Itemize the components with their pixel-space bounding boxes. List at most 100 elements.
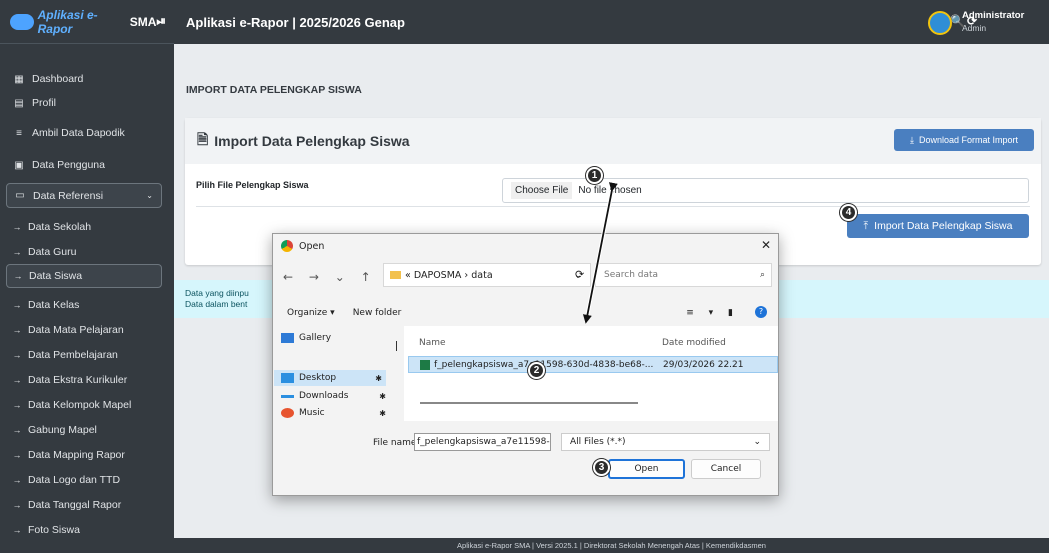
sidebar-item-label: Data Siswa (29, 270, 83, 282)
arrow-right-icon: → (12, 475, 22, 485)
nav-item-desktop[interactable]: Desktop ✱ (274, 370, 386, 386)
view-options-icon[interactable]: ≡ ▾ ▮ (686, 308, 739, 318)
cancel-button[interactable]: Cancel (691, 459, 761, 479)
excel-file-icon (420, 359, 430, 370)
sidebar-item-data-pembelajaran[interactable]: → Data Pembelajaran (6, 343, 162, 367)
sidebar-item-label: Data Mata Pelajaran (28, 324, 124, 336)
column-header-name[interactable]: Name (419, 338, 446, 348)
arrow-right-icon: → (12, 350, 22, 360)
help-icon[interactable]: ? (755, 306, 767, 318)
address-bar[interactable]: « DAPOSMA › data ⌄ (383, 263, 591, 287)
arrow-right-icon: → (12, 300, 22, 310)
sidebar-item-label: Data Kelompok Mapel (28, 399, 132, 411)
brand[interactable]: Aplikasi e-Rapor SMA ⏯ (0, 0, 174, 44)
arrow-right-icon: → (12, 425, 22, 435)
download-format-button[interactable]: ⤓ Download Format Import (894, 129, 1034, 151)
file-row[interactable]: f_pelengkapsiswa_a7e11598-630d-4838-be68… (408, 356, 778, 373)
import-button-label: Import Data Pelengkap Siswa (874, 220, 1013, 232)
sidebar-item-data-siswa[interactable]: → Data Siswa (6, 264, 162, 288)
sidebar-item-dashboard[interactable]: ▦ Dashboard (6, 67, 162, 91)
sidebar-toggle-icon[interactable]: ⏯ (156, 14, 166, 29)
database-icon: ≡ (16, 127, 22, 139)
file-input[interactable]: Choose File No file chosen (502, 178, 1029, 203)
pin-icon: ✱ (379, 391, 386, 401)
sidebar-item-label: Data Ekstra Kurikuler (28, 374, 128, 386)
monitor-icon: ▭ (15, 190, 25, 201)
address-path: « DAPOSMA › data (405, 269, 493, 281)
sidebar-item-data-mapping-rapor[interactable]: → Data Mapping Rapor (6, 443, 162, 467)
organize-menu[interactable]: Organize ▾ (287, 308, 335, 318)
refresh-icon[interactable]: ⟳ (575, 268, 584, 281)
new-folder-button[interactable]: New folder (353, 308, 402, 318)
chrome-icon (281, 240, 293, 252)
brand-suffix: SMA (129, 14, 157, 29)
sidebar-item-data-tanggal-rapor[interactable]: → Data Tanggal Rapor (6, 493, 162, 517)
filetype-select[interactable]: All Files (*.*) ⌄ (561, 433, 770, 451)
no-file-text: No file chosen (578, 185, 642, 196)
sidebar-item-label: Data Guru (28, 246, 77, 258)
brand-name: Aplikasi e-Rapor (37, 7, 98, 36)
sidebar-item-data-pengguna[interactable]: ▣ Data Pengguna (6, 153, 162, 177)
horizontal-scrollbar[interactable] (420, 402, 638, 404)
file-label: Pilih File Pelengkap Siswa (196, 180, 309, 190)
sidebar-item-data-ekstra-kurikuler[interactable]: → Data Ekstra Kurikuler (6, 368, 162, 392)
sidebar-item-foto-siswa[interactable]: → Foto Siswa (6, 518, 162, 542)
open-button[interactable]: Open (608, 459, 685, 479)
sidebar-item-data-logo-dan-ttd[interactable]: → Data Logo dan TTD (6, 468, 162, 492)
step-marker-4: 4 (840, 204, 857, 221)
music-icon (281, 408, 294, 418)
sidebar-item-label: Foto Siswa (28, 524, 80, 536)
profile-icon: ▤ (14, 97, 24, 109)
search-input[interactable]: Search data ⌕ (595, 263, 772, 287)
sidebar-item-label: Data Pembelajaran (28, 349, 118, 361)
dialog-titlebar: Open (281, 240, 324, 252)
pin-icon: ✱ (375, 373, 382, 383)
pin-icon: ✱ (379, 408, 386, 418)
column-header-date[interactable]: Date modified (662, 338, 726, 348)
filename-label: File name: (373, 438, 420, 448)
sidebar-item-data-guru[interactable]: → Data Guru (6, 240, 162, 264)
sidebar-item-data-kelas[interactable]: → Data Kelas (6, 293, 162, 317)
user-card-icon: ▣ (14, 159, 24, 171)
arrow-right-icon: → (12, 525, 22, 535)
page-title: IMPORT DATA PELENGKAP SISWA (186, 84, 362, 96)
navigation-pane: Gallery Desktop ✱ Downloads ✱ Music ✱ (274, 326, 400, 421)
avatar[interactable] (928, 11, 952, 35)
dialog-toolbar: Organize ▾ New folder ≡ ▾ ▮ ? (287, 306, 767, 318)
navigation-arrows[interactable]: ← → ⌄ ↑ (283, 270, 377, 284)
choose-file-button[interactable]: Choose File (511, 182, 573, 199)
nav-item-gallery[interactable]: Gallery (281, 330, 331, 346)
close-icon[interactable]: ✕ (761, 238, 771, 252)
sidebar-item-ambil-data-dapodik[interactable]: ≡ Ambil Data Dapodik (6, 121, 162, 145)
user-name: Administrator (962, 10, 1025, 21)
sidebar-item-label: Profil (32, 97, 56, 109)
import-button[interactable]: ⤒ Import Data Pelengkap Siswa (847, 214, 1029, 238)
nav-item-downloads[interactable]: Downloads ✱ (281, 388, 386, 404)
file-icon: 🗎 (197, 131, 209, 147)
chevron-down-icon: ⌄ (753, 437, 761, 447)
filename-input[interactable]: f_pelengkapsiswa_a7e11598-630d-4 (414, 433, 551, 451)
app-title: Aplikasi e-Rapor | 2025/2026 Genap (186, 14, 405, 30)
sidebar-item-label: Dashboard (32, 73, 84, 85)
top-navbar: Aplikasi e-Rapor | 2025/2026 Genap 🔍🔍⟳ (174, 0, 1049, 44)
gallery-icon (281, 333, 294, 343)
sidebar-item-label: Data Kelas (28, 299, 80, 311)
desktop-icon (281, 373, 294, 383)
dialog-title: Open (299, 240, 325, 252)
sidebar-item-data-kelompok-mapel[interactable]: → Data Kelompok Mapel (6, 393, 162, 417)
sidebar-item-data-mata-pelajaran[interactable]: → Data Mata Pelajaran (6, 318, 162, 342)
filetype-value: All Files (*.*) (570, 437, 626, 447)
upload-icon: ⤒ (863, 219, 869, 232)
chevron-down-icon: ⌄ (146, 191, 153, 200)
sidebar-item-profil[interactable]: ▤ Profil (6, 91, 162, 115)
arrow-right-icon: → (12, 450, 22, 460)
user-menu[interactable]: Administrator Admin (962, 10, 1024, 33)
download-format-label: Download Format Import (918, 135, 1019, 145)
sidebar-item-data-referensi[interactable]: ▭ Data Referensi ⌄ (6, 183, 162, 208)
dashboard-icon: ▦ (14, 73, 24, 85)
sidebar-item-gabung-mapel[interactable]: → Gabung Mapel (6, 418, 162, 442)
footer: Aplikasi e-Rapor SMA | Versi 2025.1 | Di… (174, 538, 1049, 553)
sidebar-item-data-sekolah[interactable]: → Data Sekolah (6, 215, 162, 239)
nav-item-music[interactable]: Music ✱ (281, 406, 386, 420)
arrow-right-icon: → (12, 247, 22, 257)
